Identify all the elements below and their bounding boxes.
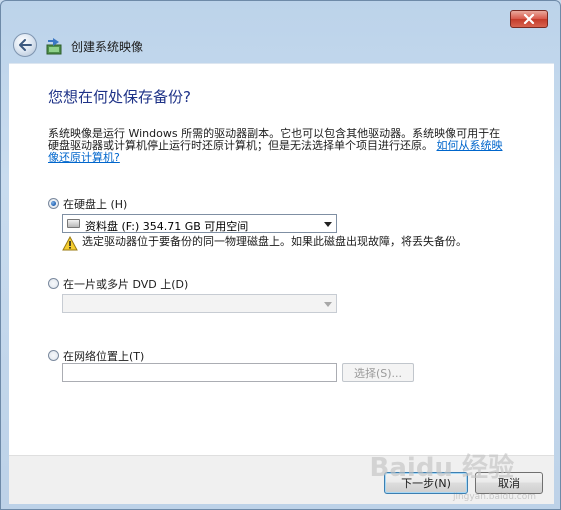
footer-bar: 下一步(N) 取消 Baidu 经验 jingyan.baidu.com bbox=[9, 453, 554, 504]
radio-network[interactable] bbox=[48, 350, 59, 361]
hard-disk-drive-value: 资料盘 (F:) 354.71 GB 可用空间 bbox=[85, 220, 249, 233]
back-arrow-icon bbox=[19, 39, 32, 51]
warning-icon bbox=[62, 236, 78, 251]
description-text: 系统映像是运行 Windows 所需的驱动器副本。它也可以包含其他驱动器。系统映… bbox=[48, 127, 501, 152]
browse-button: 选择(S)... bbox=[342, 363, 414, 382]
hard-disk-drive-select[interactable]: 资料盘 (F:) 354.71 GB 可用空间 bbox=[62, 214, 337, 233]
radio-hard-disk[interactable] bbox=[48, 198, 59, 209]
watermark-sub: jingyan.baidu.com bbox=[452, 492, 536, 502]
window-title: 创建系统映像 bbox=[71, 40, 144, 54]
header-bar: 创建系统映像 bbox=[9, 31, 554, 63]
dvd-drive-select bbox=[62, 294, 337, 313]
back-button[interactable] bbox=[13, 33, 37, 57]
chevron-down-icon bbox=[324, 222, 332, 227]
watermark: Baidu 经验 bbox=[369, 453, 514, 483]
main-content: 您想在何处保存备份? 系统映像是运行 Windows 所需的驱动器副本。它也可以… bbox=[9, 63, 554, 456]
network-location-input[interactable] bbox=[62, 363, 337, 382]
same-disk-warning: 选定驱动器位于要备份的同一物理磁盘上。如果此磁盘出现故障，将丢失备份。 bbox=[82, 235, 467, 248]
radio-dvd-label[interactable]: 在一片或多片 DVD 上(D) bbox=[63, 276, 188, 292]
backup-app-icon bbox=[46, 38, 62, 55]
radio-network-label[interactable]: 在网络位置上(T) bbox=[63, 348, 144, 364]
page-heading: 您想在何处保存备份? bbox=[48, 88, 191, 106]
close-icon bbox=[523, 14, 535, 24]
chevron-down-icon bbox=[324, 302, 332, 307]
radio-dvd[interactable] bbox=[48, 278, 59, 289]
close-button[interactable] bbox=[510, 10, 548, 28]
page-description: 系统映像是运行 Windows 所需的驱动器副本。它也可以包含其他驱动器。系统映… bbox=[48, 128, 508, 164]
radio-hard-disk-label[interactable]: 在硬盘上 (H) bbox=[63, 196, 127, 212]
drive-icon bbox=[67, 219, 80, 228]
window-frame: 创建系统映像 您想在何处保存备份? 系统映像是运行 Windows 所需的驱动器… bbox=[0, 0, 561, 510]
